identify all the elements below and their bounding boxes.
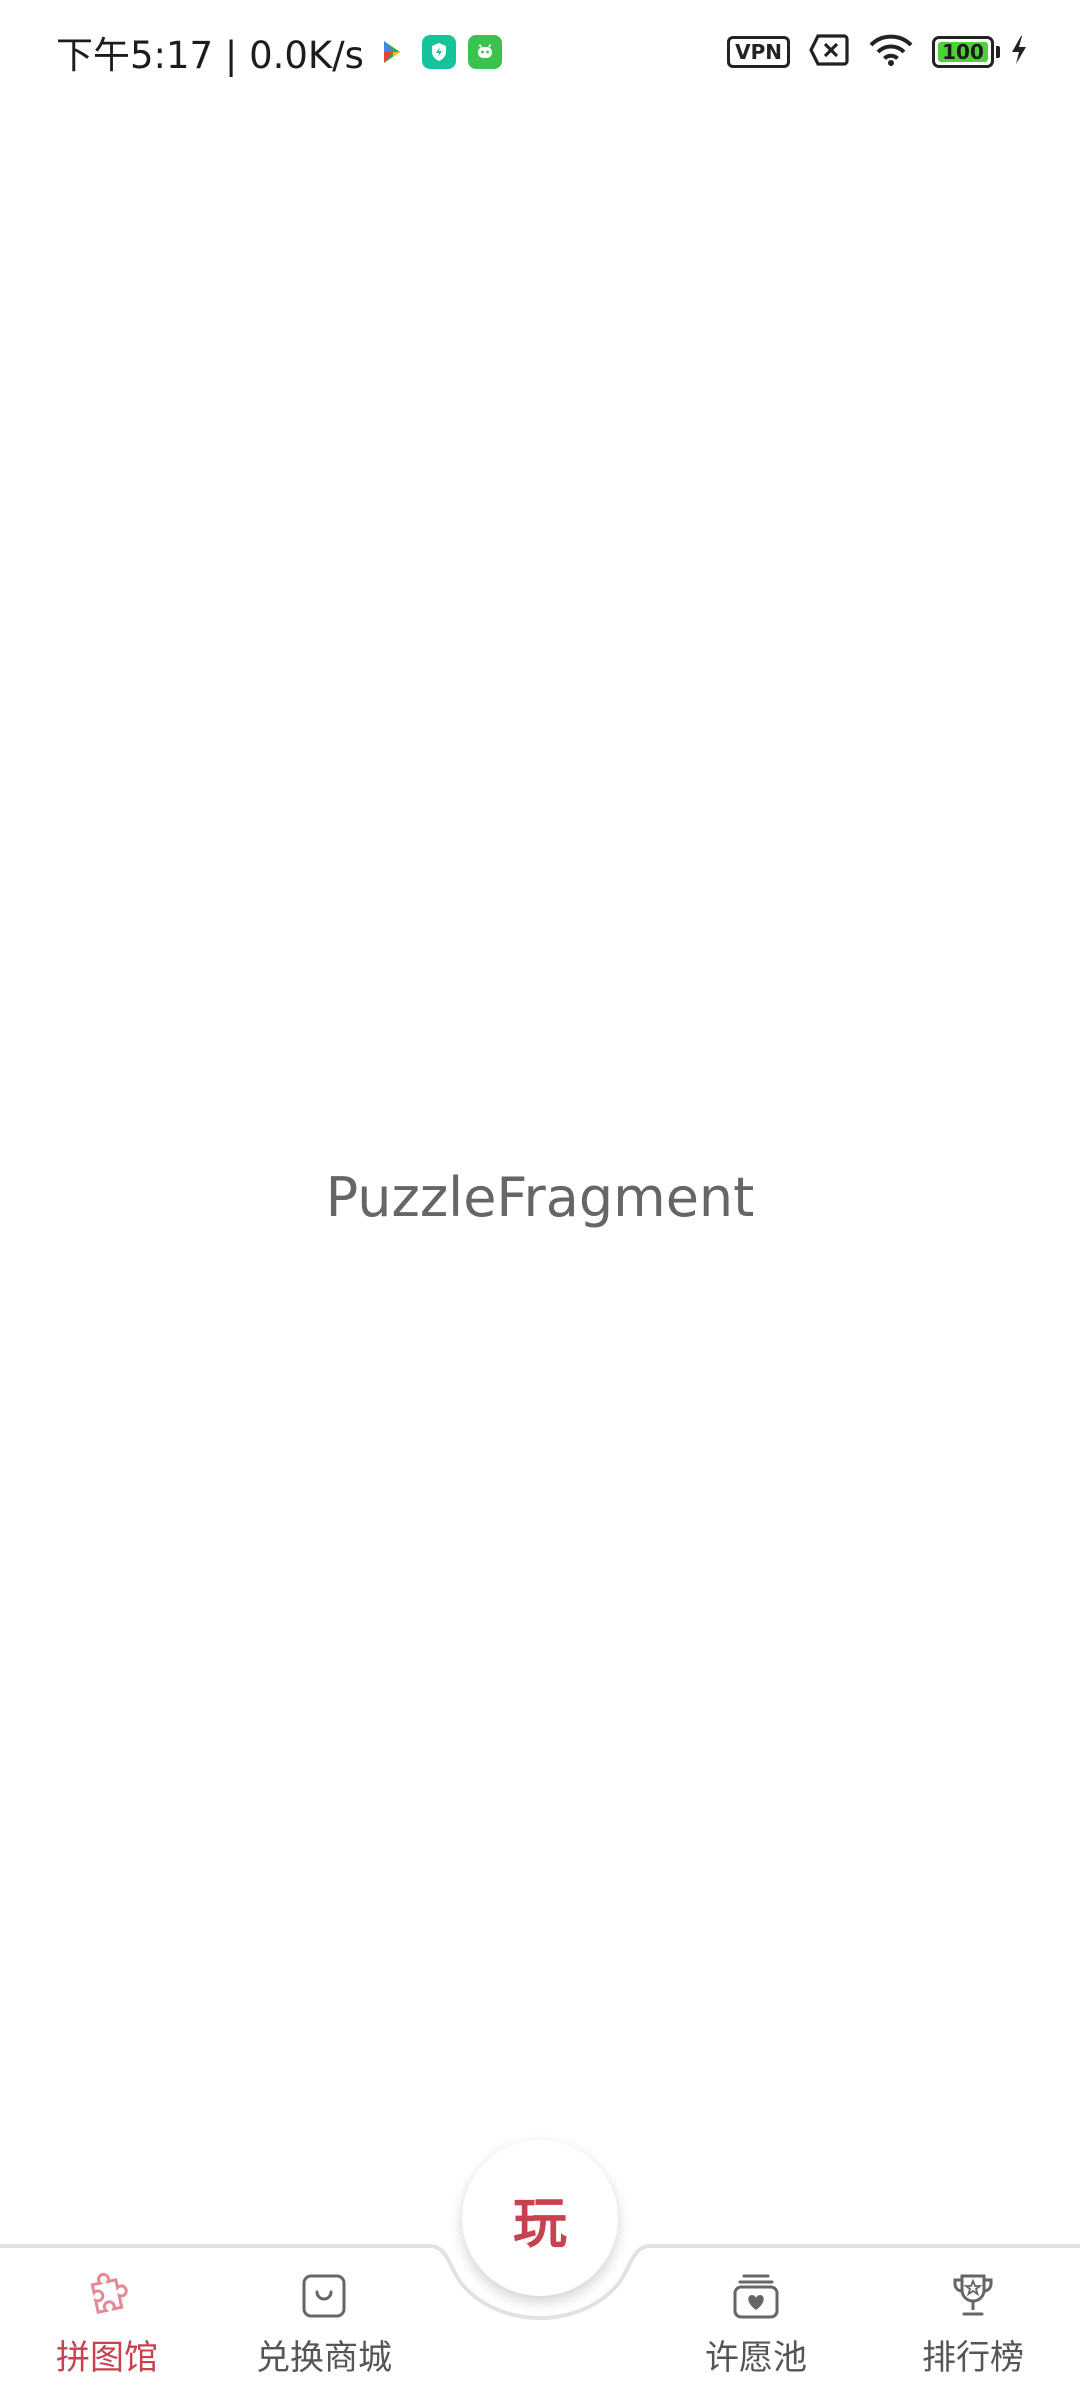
battery-icon: 100	[932, 36, 1000, 68]
nav-label-ranking: 排行榜	[922, 2338, 1024, 2378]
trophy-icon	[953, 2274, 993, 2316]
nav-item-puzzle-hall[interactable]: 拼图馆	[17, 2270, 197, 2390]
play-button[interactable]: 玩	[462, 2140, 618, 2296]
battery-tip	[996, 46, 1000, 58]
charging-icon	[1010, 35, 1028, 69]
nav-item-exchange-mall[interactable]: 兑换商城	[234, 2270, 414, 2390]
status-right: VPN 100	[727, 33, 1028, 71]
battery-level: 100	[942, 40, 984, 64]
nav-item-wish-pool[interactable]: 许愿池	[666, 2270, 846, 2390]
android-app-icon	[467, 35, 502, 69]
nav-item-ranking[interactable]: 排行榜	[883, 2270, 1063, 2390]
vpn-icon: VPN	[727, 36, 790, 68]
nav-label-wish-pool: 许愿池	[705, 2338, 807, 2378]
shopping-bag-icon	[302, 2274, 346, 2318]
fragment-placeholder-text: PuzzleFragment	[325, 1166, 755, 1229]
puzzle-icon	[90, 2272, 128, 2314]
nav-label-exchange-mall: 兑换商城	[256, 2338, 392, 2378]
wish-heart-icon	[733, 2274, 779, 2319]
battery-body: 100	[932, 36, 994, 68]
status-bar: 下午5:17 | 0.0K/s VPN 100	[0, 0, 1080, 104]
status-time: 下午5:17 | 0.0K/s	[56, 34, 364, 77]
play-button-label: 玩	[513, 2191, 567, 2255]
nav-label-puzzle-hall: 拼图馆	[56, 2338, 158, 2378]
no-sim-icon	[808, 33, 850, 71]
status-left: 下午5:17 | 0.0K/s	[56, 25, 502, 79]
shield-app-icon	[421, 35, 456, 69]
wifi-icon	[868, 33, 914, 71]
app-store-icon	[376, 35, 410, 69]
